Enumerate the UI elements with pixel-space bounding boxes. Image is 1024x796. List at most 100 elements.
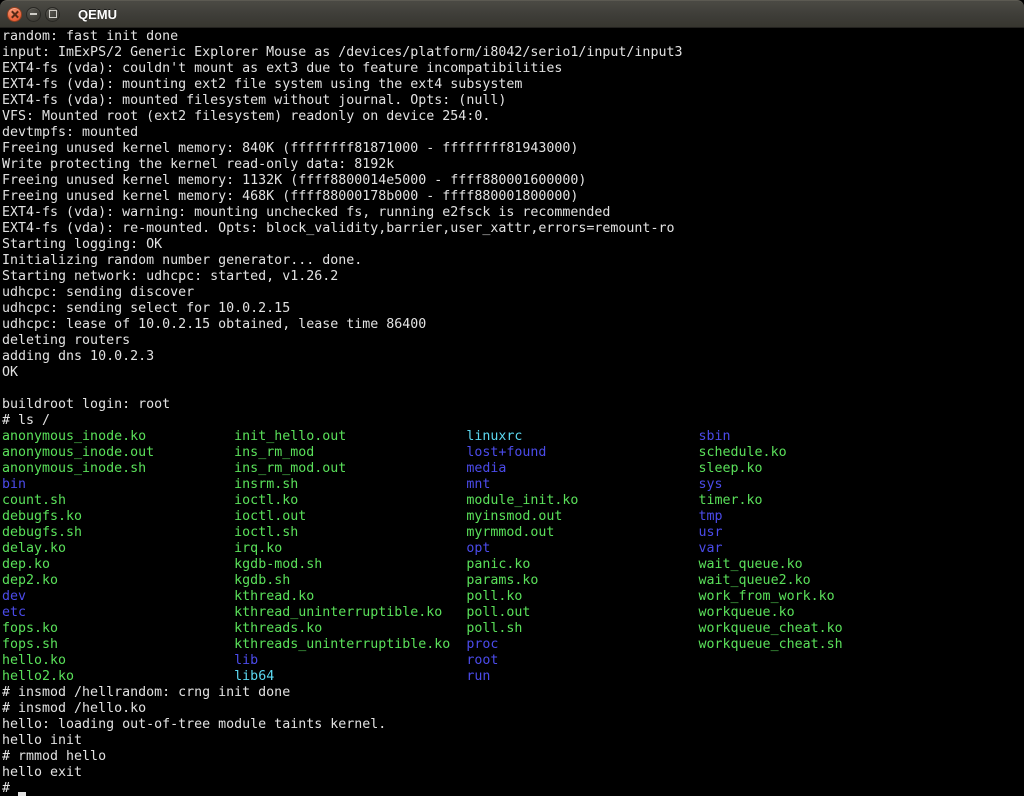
- terminal-line: hello exit: [2, 765, 1024, 781]
- terminal-line: # rmmod hello: [2, 749, 1024, 765]
- terminal-line: udhcpc: sending discover: [2, 285, 1024, 301]
- terminal-line: udhcpc: lease of 10.0.2.15 obtained, lea…: [2, 317, 1024, 333]
- file-entry: kgdb.sh: [234, 573, 466, 588]
- qemu-window: QEMU random: fast init doneinput: ImExPS…: [0, 0, 1024, 796]
- file-entry: ioctl.out: [234, 509, 466, 524]
- terminal-text: EXT4-fs (vda): couldn't mount as ext3 du…: [2, 61, 562, 76]
- terminal-text: # ls /: [2, 413, 50, 428]
- terminal-line: Freeing unused kernel memory: 1132K (fff…: [2, 173, 1024, 189]
- terminal-text: hello: loading out-of-tree module taints…: [2, 717, 386, 732]
- minimize-button[interactable]: [26, 7, 41, 22]
- terminal-text: EXT4-fs (vda): warning: mounting uncheck…: [2, 205, 610, 220]
- file-entry: hello2.ko: [2, 669, 234, 684]
- close-icon: [11, 11, 18, 18]
- terminal-line: debugfs.sh ioctl.sh myrmmod.out usr: [2, 525, 1024, 541]
- file-entry: bin: [2, 477, 234, 492]
- file-entry: kthreads_uninterruptible.ko: [234, 637, 466, 652]
- terminal-text: udhcpc: sending discover: [2, 285, 194, 300]
- file-entry: hello.ko: [2, 653, 234, 668]
- file-entry: kthreads.ko: [234, 621, 466, 636]
- terminal-line: Starting network: udhcpc: started, v1.26…: [2, 269, 1024, 285]
- terminal-text: EXT4-fs (vda): mounted filesystem withou…: [2, 93, 506, 108]
- terminal-line: buildroot login: root: [2, 397, 1024, 413]
- terminal-line: delay.ko irq.ko opt var: [2, 541, 1024, 557]
- window-title: QEMU: [78, 7, 117, 22]
- terminal-line: Freeing unused kernel memory: 840K (ffff…: [2, 141, 1024, 157]
- file-entry: sys: [699, 477, 723, 492]
- file-entry: insrm.sh: [234, 477, 466, 492]
- terminal-text: Freeing unused kernel memory: 1132K (fff…: [2, 173, 586, 188]
- terminal-line: etc kthread_uninterruptible.ko poll.out …: [2, 605, 1024, 621]
- maximize-button[interactable]: [45, 7, 60, 22]
- terminal-text: # rmmod hello: [2, 749, 106, 764]
- file-entry: dev: [2, 589, 234, 604]
- file-entry: ins_rm_mod.out: [234, 461, 466, 476]
- terminal-text: # insmod /hellrandom: crng init done: [2, 685, 290, 700]
- file-entry: myrmmod.out: [466, 525, 698, 540]
- file-entry: root: [466, 653, 498, 668]
- terminal-line: VFS: Mounted root (ext2 filesystem) read…: [2, 109, 1024, 125]
- terminal-text: Freeing unused kernel memory: 840K (ffff…: [2, 141, 578, 156]
- terminal-line: anonymous_inode.sh ins_rm_mod.out media …: [2, 461, 1024, 477]
- file-entry: kthread.ko: [234, 589, 466, 604]
- file-entry: workqueue_cheat.ko: [699, 621, 843, 636]
- terminal-line: deleting routers: [2, 333, 1024, 349]
- terminal-line: Freeing unused kernel memory: 468K (ffff…: [2, 189, 1024, 205]
- file-entry: lib64: [234, 669, 466, 684]
- file-entry: poll.sh: [466, 621, 698, 636]
- terminal-line: devtmpfs: mounted: [2, 125, 1024, 141]
- file-entry: ins_rm_mod: [234, 445, 466, 460]
- file-entry: params.ko: [466, 573, 698, 588]
- terminal-line: anonymous_inode.out ins_rm_mod lost+foun…: [2, 445, 1024, 461]
- file-entry: debugfs.ko: [2, 509, 234, 524]
- file-entry: wait_queue.ko: [699, 557, 803, 572]
- terminal-line: Initializing random number generator... …: [2, 253, 1024, 269]
- file-entry: fops.sh: [2, 637, 234, 652]
- terminal-text: deleting routers: [2, 333, 130, 348]
- terminal-text: VFS: Mounted root (ext2 filesystem) read…: [2, 109, 490, 124]
- file-entry: work_from_work.ko: [699, 589, 835, 604]
- file-entry: anonymous_inode.ko: [2, 429, 234, 444]
- terminal-text: Starting network: udhcpc: started, v1.26…: [2, 269, 338, 284]
- terminal-line: adding dns 10.0.2.3: [2, 349, 1024, 365]
- terminal-text: hello exit: [2, 765, 82, 780]
- terminal-line: # insmod /hello.ko: [2, 701, 1024, 717]
- file-entry: run: [466, 669, 490, 684]
- terminal-line: dep2.ko kgdb.sh params.ko wait_queue2.ko: [2, 573, 1024, 589]
- terminal-line: #: [2, 781, 1024, 796]
- file-entry: mnt: [466, 477, 698, 492]
- terminal-text: udhcpc: lease of 10.0.2.15 obtained, lea…: [2, 317, 426, 332]
- file-entry: wait_queue2.ko: [699, 573, 811, 588]
- file-entry: sleep.ko: [699, 461, 763, 476]
- terminal-text: OK: [2, 365, 18, 380]
- terminal-line: EXT4-fs (vda): mounted filesystem withou…: [2, 93, 1024, 109]
- terminal-line: EXT4-fs (vda): couldn't mount as ext3 du…: [2, 61, 1024, 77]
- file-entry: ioctl.ko: [234, 493, 466, 508]
- terminal-line: fops.sh kthreads_uninterruptible.ko proc…: [2, 637, 1024, 653]
- terminal-line: [2, 381, 1024, 397]
- file-entry: linuxrc: [466, 429, 698, 444]
- terminal-output[interactable]: random: fast init doneinput: ImExPS/2 Ge…: [0, 28, 1024, 796]
- terminal-text: EXT4-fs (vda): mounting ext2 file system…: [2, 77, 522, 92]
- terminal-line: count.sh ioctl.ko module_init.ko timer.k…: [2, 493, 1024, 509]
- terminal-line: dev kthread.ko poll.ko work_from_work.ko: [2, 589, 1024, 605]
- terminal-text: #: [2, 781, 18, 796]
- file-entry: ioctl.sh: [234, 525, 466, 540]
- file-entry: timer.ko: [699, 493, 763, 508]
- file-entry: poll.ko: [466, 589, 698, 604]
- terminal-line: EXT4-fs (vda): mounting ext2 file system…: [2, 77, 1024, 93]
- terminal-text: hello init: [2, 733, 82, 748]
- file-entry: schedule.ko: [699, 445, 787, 460]
- terminal-line: fops.ko kthreads.ko poll.sh workqueue_ch…: [2, 621, 1024, 637]
- titlebar[interactable]: QEMU: [0, 0, 1024, 28]
- terminal-line: hello.ko lib root: [2, 653, 1024, 669]
- terminal-line: bin insrm.sh mnt sys: [2, 477, 1024, 493]
- terminal-text: devtmpfs: mounted: [2, 125, 138, 140]
- file-entry: panic.ko: [466, 557, 698, 572]
- file-entry: media: [466, 461, 698, 476]
- file-entry: myinsmod.out: [466, 509, 698, 524]
- file-entry: lib: [234, 653, 466, 668]
- minimize-icon: [30, 13, 37, 15]
- close-button[interactable]: [7, 7, 22, 22]
- file-entry: workqueue.ko: [699, 605, 795, 620]
